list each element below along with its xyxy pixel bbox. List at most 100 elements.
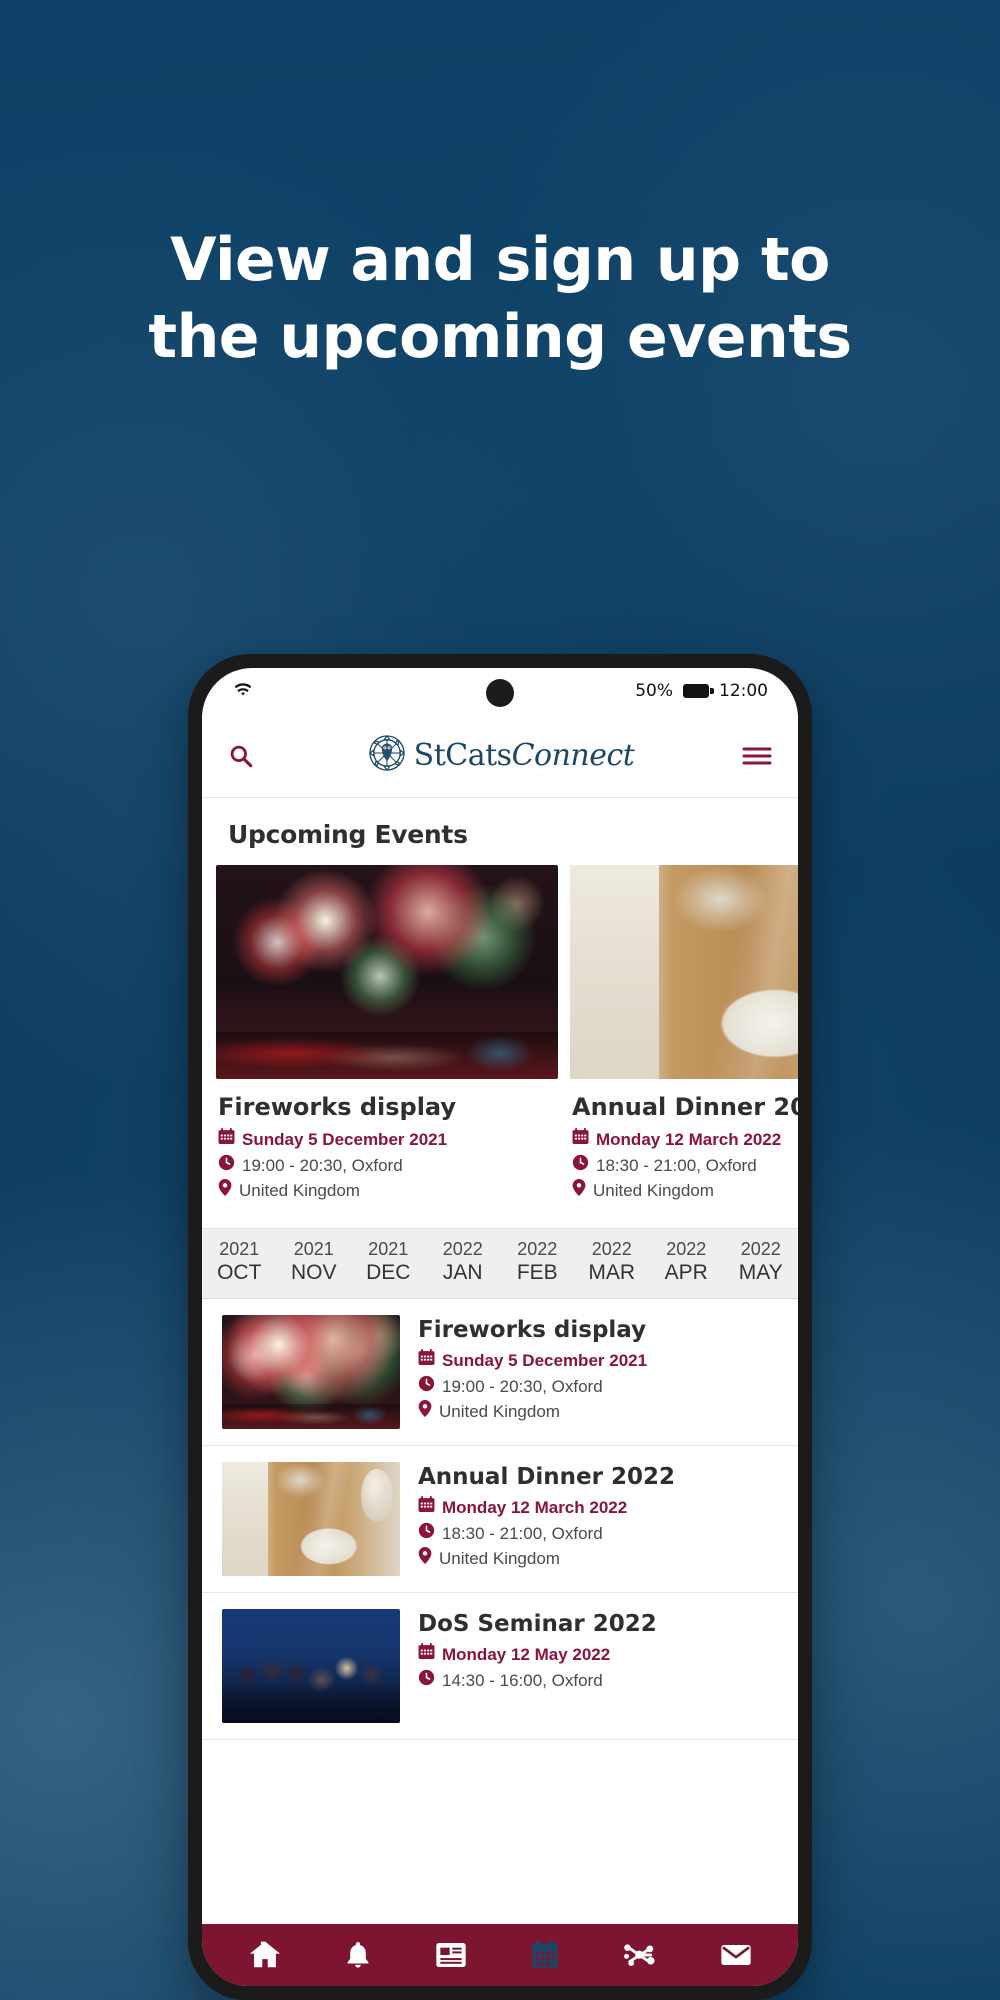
event-time: 19:00 - 20:30, Oxford xyxy=(218,1153,556,1179)
calendar-icon xyxy=(418,1495,435,1521)
event-date: Monday 12 March 2022 xyxy=(572,1127,798,1153)
events-carousel[interactable]: Fireworks display Sunday 5 December 2021… xyxy=(202,865,798,1214)
event-location-text: United Kingdom xyxy=(593,1181,714,1200)
clock-icon xyxy=(572,1153,589,1179)
month-name: MAR xyxy=(588,1261,636,1285)
stcats-wheel-owl-icon xyxy=(362,728,412,783)
event-location-text: United Kingdom xyxy=(439,1402,560,1422)
status-bar: 50% 12:00 xyxy=(202,668,798,714)
phone-screen: 50% 12:00 StCatsConnect Upcoming Events … xyxy=(202,668,798,1986)
phone-mockup: 50% 12:00 StCatsConnect Upcoming Events … xyxy=(188,654,812,2000)
nav-calendar-icon[interactable] xyxy=(531,1940,559,1970)
search-icon[interactable] xyxy=(228,743,254,769)
event-location: United Kingdom xyxy=(418,1399,647,1425)
promo-headline: View and sign up to the upcoming events xyxy=(148,225,852,372)
event-date: Monday 12 March 2022 xyxy=(418,1495,675,1521)
month-year: 2022 xyxy=(740,1238,781,1259)
event-date: Sunday 5 December 2021 xyxy=(218,1127,556,1153)
event-date-text: Monday 12 March 2022 xyxy=(596,1130,782,1149)
event-date: Monday 12 May 2022 xyxy=(418,1642,657,1668)
clock-icon xyxy=(418,1668,435,1694)
nav-network-share-icon[interactable] xyxy=(622,1941,656,1969)
month-year: 2022 xyxy=(591,1238,632,1259)
calendar-icon xyxy=(572,1127,589,1153)
event-time: 14:30 - 16:00, Oxford xyxy=(418,1668,657,1694)
month-filter-item[interactable]: 2021 DEC xyxy=(351,1239,426,1287)
event-hero-image xyxy=(570,865,798,1079)
event-location: United Kingdom xyxy=(572,1178,798,1204)
month-name: APR xyxy=(664,1261,708,1285)
event-time-text: 18:30 - 21:00, Oxford xyxy=(442,1523,603,1543)
event-location: United Kingdom xyxy=(418,1546,675,1572)
list-item[interactable]: DoS Seminar 2022 Monday 12 May 2022 14:3… xyxy=(202,1593,798,1741)
month-name: DEC xyxy=(366,1261,411,1285)
event-date-text: Monday 12 March 2022 xyxy=(442,1498,628,1518)
battery-percent-label: 50% xyxy=(635,681,673,701)
event-thumbnail xyxy=(222,1609,400,1724)
event-title: DoS Seminar 2022 xyxy=(418,1611,657,1638)
month-filter-item[interactable]: 2021 OCT xyxy=(202,1239,277,1287)
month-year: 2021 xyxy=(368,1238,409,1259)
event-date-text: Monday 12 May 2022 xyxy=(442,1645,611,1665)
event-date-text: Sunday 5 December 2021 xyxy=(442,1351,648,1371)
clock-icon xyxy=(218,1153,235,1179)
section-title: Upcoming Events xyxy=(228,820,468,849)
clock-icon xyxy=(418,1374,435,1400)
hamburger-menu-icon[interactable] xyxy=(742,745,772,767)
event-time-text: 14:30 - 16:00, Oxford xyxy=(442,1670,603,1690)
app-header: StCatsConnect xyxy=(202,714,798,798)
month-filter-item[interactable]: 2022 APR xyxy=(649,1239,724,1287)
month-year: 2021 xyxy=(293,1238,334,1259)
clock-icon xyxy=(418,1521,435,1547)
month-name: OCT xyxy=(217,1261,262,1285)
list-item[interactable]: Fireworks display Sunday 5 December 2021… xyxy=(202,1299,798,1447)
month-filter-item[interactable]: 2022 MAY xyxy=(724,1239,799,1287)
month-year: 2022 xyxy=(517,1238,558,1259)
month-filter-item[interactable]: 2022 FEB xyxy=(500,1239,575,1287)
front-camera-punch-hole xyxy=(486,679,514,707)
nav-home-icon[interactable] xyxy=(248,1940,282,1970)
month-year: 2022 xyxy=(666,1238,707,1259)
map-pin-icon xyxy=(572,1178,586,1204)
calendar-icon xyxy=(418,1348,435,1374)
nav-bell-icon[interactable] xyxy=(345,1940,371,1970)
month-name: NOV xyxy=(290,1261,337,1285)
event-time-text: 18:30 - 21:00, Oxford xyxy=(596,1155,757,1175)
event-time-text: 19:00 - 20:30, Oxford xyxy=(442,1376,603,1396)
month-filter-item[interactable]: 2022 MAR xyxy=(575,1239,650,1287)
event-hero-image xyxy=(216,865,558,1079)
map-pin-icon xyxy=(418,1546,432,1572)
carousel-card[interactable]: Fireworks display Sunday 5 December 2021… xyxy=(216,865,558,1214)
event-time-text: 19:00 - 20:30, Oxford xyxy=(242,1155,403,1175)
month-filter-item[interactable]: 2021 NOV xyxy=(277,1239,352,1287)
list-item[interactable]: Annual Dinner 2022 Monday 12 March 2022 … xyxy=(202,1446,798,1594)
clock-label: 12:00 xyxy=(719,681,768,701)
wifi-icon xyxy=(232,681,254,702)
event-thumbnail xyxy=(222,1462,400,1577)
event-time: 18:30 - 21:00, Oxford xyxy=(572,1153,798,1179)
month-filter-item[interactable]: 2022 JAN xyxy=(426,1239,501,1287)
map-pin-icon xyxy=(218,1178,232,1204)
calendar-icon xyxy=(218,1127,235,1153)
brand-name: StCatsConnect xyxy=(413,738,635,773)
battery-icon xyxy=(683,684,714,698)
nav-news-list-icon[interactable] xyxy=(435,1941,467,1969)
month-name: MAY xyxy=(738,1261,783,1285)
map-pin-icon xyxy=(418,1399,432,1425)
carousel-card[interactable]: Annual Dinner 2022 Monday 12 March 2022 … xyxy=(570,865,798,1214)
bottom-navigation-bar xyxy=(202,1924,798,1986)
calendar-icon xyxy=(418,1642,435,1668)
event-time: 19:00 - 20:30, Oxford xyxy=(418,1374,647,1400)
month-name: JAN xyxy=(442,1261,483,1285)
event-title: Annual Dinner 2022 xyxy=(572,1093,798,1121)
event-location: United Kingdom xyxy=(218,1178,556,1204)
event-location-text: United Kingdom xyxy=(239,1181,360,1200)
event-location-text: United Kingdom xyxy=(439,1549,560,1569)
nav-envelope-icon[interactable] xyxy=(720,1942,752,1968)
month-year: 2021 xyxy=(219,1238,260,1259)
event-time: 18:30 - 21:00, Oxford xyxy=(418,1521,675,1547)
month-name: FEB xyxy=(516,1261,558,1285)
event-date-text: Sunday 5 December 2021 xyxy=(242,1130,448,1149)
month-filter-strip[interactable]: 2021 OCT 2021 NOV 2021 DEC 2022 JAN 2022 FEB … xyxy=(202,1227,799,1300)
brand-logo[interactable]: StCatsConnect xyxy=(254,728,742,783)
